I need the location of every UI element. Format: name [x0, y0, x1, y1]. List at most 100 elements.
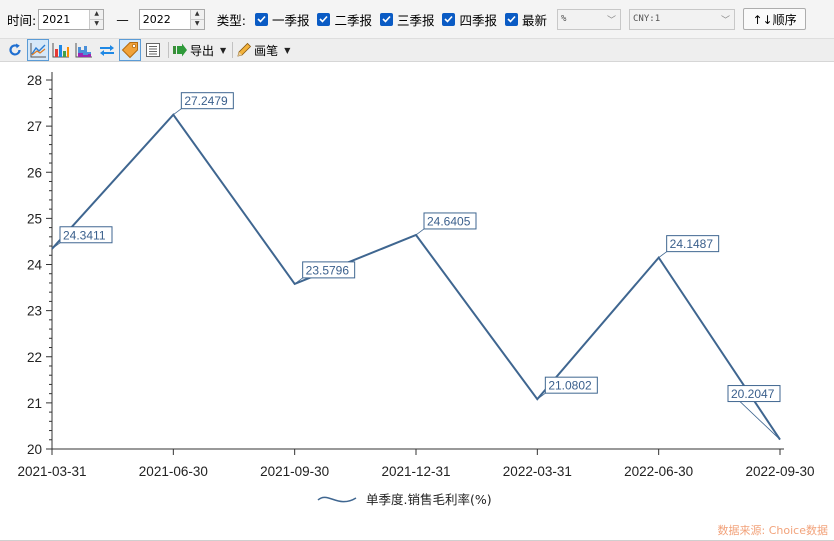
checkbox-checked-icon[interactable]: [317, 12, 331, 26]
data-label-leader: [739, 401, 781, 440]
x-tick-label: 2021-03-31: [17, 464, 86, 479]
x-tick-label: 2021-12-31: [381, 464, 450, 479]
caret-down-icon[interactable]: ▼: [220, 46, 226, 55]
tag-icon: [121, 42, 138, 59]
legend-swatch: [317, 496, 357, 503]
data-label: 27.2479: [173, 92, 234, 116]
data-label-leader: [173, 108, 182, 116]
area-chart-icon: [75, 43, 92, 58]
data-table-button[interactable]: [142, 39, 164, 61]
line-chart-button[interactable]: [27, 39, 49, 61]
checkbox-q2-label: 二季报: [334, 12, 372, 28]
area-chart-button[interactable]: [73, 39, 95, 61]
chevron-down-icon[interactable]: ﹀: [721, 13, 730, 26]
spin-down-icon[interactable]: ▼: [190, 18, 204, 29]
list-icon: [146, 43, 160, 57]
data-label-text: 21.0802: [548, 379, 592, 393]
checkbox-q3-label: 三季报: [396, 12, 435, 28]
start-year-value: 2021: [42, 12, 71, 26]
refresh-icon: [9, 43, 21, 56]
refresh-button[interactable]: [4, 39, 26, 61]
swap-axes-button[interactable]: [96, 39, 118, 61]
toolbar-separator: [232, 42, 234, 58]
data-label-text: 24.3411: [63, 228, 106, 242]
y-tick-label: 25: [27, 211, 42, 226]
y-tick-label: 24: [27, 258, 43, 273]
data-label: 24.3411: [51, 226, 113, 250]
x-tick-label: 2021-06-30: [139, 464, 208, 479]
end-year-spinner[interactable]: 2022 ▲ ▼: [138, 8, 205, 30]
currency-select-value: CNY:1: [633, 14, 661, 24]
y-tick-label: 27: [27, 119, 42, 134]
swap-icon: [100, 45, 114, 56]
series-line: [51, 113, 781, 441]
data-label-button[interactable]: [119, 39, 141, 61]
checkbox-latest-label: 最新: [522, 12, 548, 28]
checkbox-latest[interactable]: 最新: [505, 10, 547, 29]
line-chart: 20 21 22 23 24 25 26 27 28 2021-03-31 2021-06-30 20…: [17, 72, 815, 507]
unit-select-value: %: [561, 14, 567, 24]
start-year-arrows[interactable]: ▲ ▼: [89, 9, 104, 29]
export-arrow-icon: [173, 43, 187, 57]
checkbox-checked-icon[interactable]: [379, 12, 393, 26]
y-tick-label: 20: [27, 442, 42, 457]
checkbox-q1-label: 一季报: [271, 12, 310, 28]
checkbox-checked-icon[interactable]: [505, 12, 518, 26]
x-tick-label: 2022-09-30: [745, 464, 814, 479]
chart-toolbar: 导出 ▼ 画笔 ▼: [0, 38, 834, 62]
data-label-text: 23.5796: [306, 263, 350, 277]
data-label-text: 24.6405: [427, 214, 471, 228]
x-tick-label: 2022-06-30: [624, 464, 693, 479]
bar-chart-icon: [52, 43, 69, 58]
bar-chart-button[interactable]: [50, 39, 72, 61]
type-label: 类型:: [216, 12, 246, 28]
checkbox-q4[interactable]: 四季报: [442, 10, 497, 29]
end-year-arrows[interactable]: ▲ ▼: [189, 9, 204, 29]
checkbox-q4-label: 四季报: [459, 12, 497, 28]
export-label: 导出: [190, 43, 215, 58]
spin-down-icon[interactable]: ▼: [90, 18, 104, 29]
sort-order-button[interactable]: ↑↓顺序: [743, 8, 807, 30]
line-chart-icon: [30, 43, 46, 58]
y-tick-label: 21: [27, 396, 42, 411]
spin-up-icon[interactable]: ▲: [190, 9, 204, 19]
caret-down-icon[interactable]: ▼: [284, 46, 290, 55]
x-tick-label: 2021-09-30: [260, 464, 329, 479]
checkbox-checked-icon[interactable]: [254, 12, 268, 26]
y-tick-label: 26: [27, 165, 42, 180]
checkbox-q1[interactable]: 一季报: [254, 10, 310, 29]
y-tick-label: 23: [27, 304, 42, 319]
pencil-icon: [237, 42, 252, 57]
toolbar-separator: [168, 42, 169, 58]
chart-legend: 单季度.销售毛利率(%): [317, 492, 492, 507]
filter-bar: 时间: 2021 ▲ ▼ — 2022 ▲ ▼ 类型: 一季报 二季报 三季报 …: [0, 0, 834, 38]
data-label: 24.6405: [415, 212, 477, 236]
checkbox-q3[interactable]: 三季报: [379, 10, 435, 29]
unit-select[interactable]: % ﹀: [557, 8, 622, 30]
data-label: 24.1487: [658, 235, 720, 258]
legend-label: 单季度.销售毛利率(%): [366, 492, 492, 507]
source-note: 数据来源: Choice数据: [717, 524, 828, 537]
pen-button[interactable]: 画笔 ▼: [236, 42, 290, 59]
chart-series-layer: [51, 113, 781, 441]
start-year-spinner[interactable]: 2021 ▲ ▼: [38, 8, 105, 30]
data-label-text: 24.1487: [670, 237, 714, 251]
data-label-text: 20.2047: [731, 387, 775, 401]
data-label-leader: [415, 228, 425, 236]
currency-select[interactable]: CNY:1 ﹀: [629, 8, 736, 30]
data-label-leader: [658, 251, 667, 258]
time-label: 时间:: [7, 12, 37, 28]
spin-up-icon[interactable]: ▲: [90, 9, 104, 19]
checkbox-checked-icon[interactable]: [442, 12, 456, 26]
chart-axes: 20 21 22 23 24 25 26 27 28 2021-03-31 2021-06-30 20…: [17, 72, 815, 479]
x-tick-label: 2022-03-31: [503, 464, 572, 479]
pen-label: 画笔: [254, 43, 279, 58]
export-button[interactable]: 导出 ▼: [172, 42, 226, 59]
y-tick-label: 28: [27, 73, 42, 88]
checkbox-q2[interactable]: 二季报: [317, 10, 372, 29]
end-year-value: 2022: [142, 12, 171, 26]
chart-data-labels: 24.3411 27.2479 23.5796 24.6405 21.0802 24.14…: [51, 92, 781, 440]
chevron-down-icon[interactable]: ﹀: [607, 13, 616, 26]
data-label-text: 27.2479: [184, 94, 228, 108]
data-label: 20.2047: [727, 385, 781, 440]
